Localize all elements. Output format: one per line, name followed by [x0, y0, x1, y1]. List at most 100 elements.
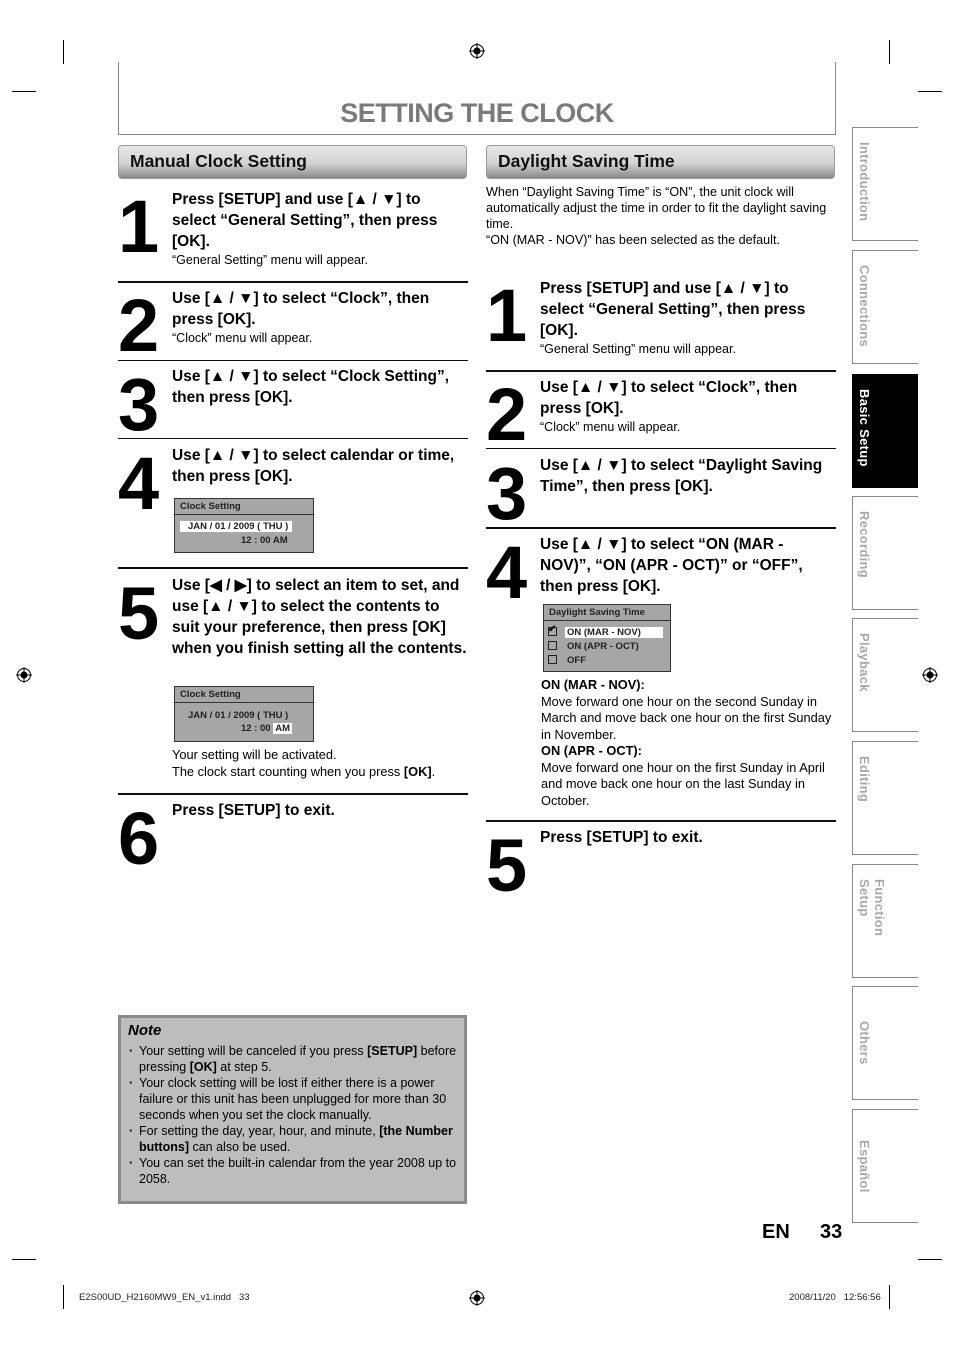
crop-mark: [12, 91, 36, 92]
side-tab-connections[interactable]: Connections: [852, 250, 918, 364]
side-tab-espanol[interactable]: Español: [852, 1109, 918, 1223]
step-number: 4: [486, 531, 527, 614]
step-instruction-text: Press [SETUP] to exit.: [172, 802, 335, 819]
osd-option-on-apr-oct: ON (APR - OCT): [548, 641, 639, 652]
result-text-part: The clock start counting when you press: [172, 763, 404, 779]
note-title: Note: [128, 1022, 162, 1039]
crop-mark: [889, 1285, 890, 1309]
page-title: SETTING THE CLOCK: [340, 98, 614, 128]
side-tab-playback[interactable]: Playback: [852, 618, 918, 732]
crop-mark: [889, 40, 890, 64]
side-tab-label: Playback: [857, 633, 872, 692]
daylight-saving-screen: Daylight Saving Time ON (MAR - NOV) ON (…: [543, 604, 671, 672]
side-tab-introduction[interactable]: Introduction: [852, 127, 918, 241]
step-number: 3: [486, 452, 527, 535]
side-tab-others[interactable]: Others: [852, 986, 918, 1100]
footer-filename: E2S00UD_H2160MW9_EN_v1.indd 33: [79, 1292, 250, 1303]
step-result-text: “General Setting” menu will appear.: [172, 253, 368, 267]
footer-datetime: 2008/11/20 12:56:56: [789, 1292, 881, 1303]
side-tab-editing[interactable]: Editing: [852, 741, 918, 855]
osd-ampm: AM: [272, 535, 288, 546]
step-result-text: “Clock” menu will appear.: [172, 331, 313, 345]
osd-option-label: OFF: [567, 655, 586, 666]
note-box: Note Your setting will be canceled if yo…: [118, 1015, 467, 1204]
step-instruction-text: Press [SETUP] to exit.: [540, 829, 703, 846]
step-instruction: Press [SETUP] to exit.: [172, 800, 468, 821]
note-text: Your setting will be canceled if you pre…: [139, 1044, 368, 1058]
step-number: 3: [118, 363, 159, 446]
side-tab-label: Recording: [857, 511, 872, 578]
note-text: Your clock setting will be lost if eithe…: [139, 1076, 447, 1122]
osd-option-on-mar-nov: ON (MAR - NOV): [548, 624, 664, 638]
osd-time: 12 : 00 AM: [241, 535, 288, 546]
step-divider: [486, 527, 836, 529]
step-divider: [118, 567, 468, 569]
step-number: 1: [118, 185, 159, 268]
result-text-bold: [OK]: [403, 763, 432, 779]
osd-title: Daylight Saving Time: [544, 605, 670, 621]
result-text: Your setting will be activated.: [172, 747, 337, 762]
step-instruction: Use [▲ / ▼] to select “Clock”, then pres…: [172, 288, 468, 346]
step-instruction: Press [SETUP] and use [▲ / ▼] to select …: [540, 278, 836, 357]
step-instruction-text: Press [SETUP] and use [▲ / ▼] to select …: [172, 191, 438, 250]
step-divider: [118, 281, 468, 283]
side-tab-label: Español: [857, 1140, 872, 1193]
side-tab-label: Connections: [857, 265, 872, 348]
checkbox-checked-icon: [548, 624, 557, 636]
step-divider: [118, 793, 468, 795]
crop-mark: [918, 91, 942, 92]
osd-option-label-selected: ON (MAR - NOV): [565, 627, 663, 638]
registration-mark-icon: [922, 667, 938, 683]
page-number: 33: [820, 1221, 843, 1243]
osd-date: JAN / 01 / 2009 ( THU ): [188, 710, 289, 721]
step-number: 6: [118, 797, 159, 880]
step-instruction: Use [▲ / ▼] to select “ON (MAR - NOV)”, …: [540, 534, 836, 597]
crop-mark: [918, 1259, 942, 1260]
note-item: Your setting will be canceled if you pre…: [127, 1043, 457, 1075]
step-instruction: Use [▲ / ▼] to select “Daylight Saving T…: [540, 455, 836, 497]
step-instruction: Use [◀ / ▶] to select an item to set, an…: [172, 575, 468, 659]
side-tab-label: Function Setup: [857, 879, 887, 937]
dst-option-descriptions: ON (MAR - NOV): Move forward one hour on…: [541, 677, 841, 809]
note-item: You can set the built-in calendar from t…: [127, 1155, 457, 1187]
side-tab-function-setup[interactable]: Function Setup: [852, 864, 918, 978]
option-title: ON (APR - OCT):: [541, 743, 642, 758]
section-heading-manual-clock: Manual Clock Setting: [118, 145, 467, 179]
note-bold: [SETUP]: [367, 1044, 418, 1058]
clock-setting-screen: Clock Setting JAN / 01 / 2009 ( THU ) 12…: [174, 686, 314, 742]
side-tab-label: Basic Setup: [857, 389, 872, 467]
step-divider: [118, 438, 468, 439]
osd-ampm-selected: AM: [273, 723, 292, 734]
step-result-text: “Clock” menu will appear.: [540, 420, 681, 434]
step-number: 2: [486, 373, 527, 456]
step-instruction: Use [▲ / ▼] to select calendar or time, …: [172, 445, 468, 487]
step-instruction: Press [SETUP] to exit.: [540, 827, 836, 848]
osd-title: Clock Setting: [175, 687, 313, 703]
step-number: 5: [486, 824, 527, 907]
note-text: You can set the built-in calendar from t…: [139, 1156, 457, 1186]
side-tab-basic-setup[interactable]: Basic Setup: [852, 374, 918, 488]
side-tab-recording[interactable]: Recording: [852, 496, 918, 610]
checkbox-icon: [548, 641, 557, 650]
note-bold: [OK]: [189, 1060, 217, 1074]
step-instruction-text: Use [◀ / ▶] to select an item to set, an…: [172, 577, 467, 657]
step-instruction: Press [SETUP] and use [▲ / ▼] to select …: [172, 189, 468, 268]
registration-mark-icon: [16, 667, 32, 683]
language-label: EN: [762, 1221, 790, 1243]
step-divider: [486, 448, 836, 449]
osd-date-selected: JAN / 01 / 2009 ( THU ): [180, 521, 293, 532]
step-instruction-text: Use [▲ / ▼] to select “Clock Setting”, t…: [172, 368, 450, 406]
side-tab-label: Editing: [857, 756, 872, 803]
dst-intro: When “Daylight Saving Time” is “ON”, the…: [486, 184, 836, 248]
step-divider: [118, 360, 468, 361]
step-instruction-text: Use [▲ / ▼] to select “ON (MAR - NOV)”, …: [540, 536, 803, 595]
result-text: The clock start counting when you press …: [172, 764, 468, 781]
note-text: can also be used.: [188, 1140, 291, 1154]
step-number: 5: [118, 572, 159, 655]
option-description: Move forward one hour on the second Sund…: [541, 693, 832, 742]
intro-text: When “Daylight Saving Time” is “ON”, the…: [486, 185, 827, 231]
step-instruction: Use [▲ / ▼] to select “Clock”, then pres…: [540, 377, 836, 435]
step-number: 1: [486, 274, 527, 357]
osd-title: Clock Setting: [175, 499, 313, 515]
side-tab-label: Others: [857, 1021, 872, 1065]
